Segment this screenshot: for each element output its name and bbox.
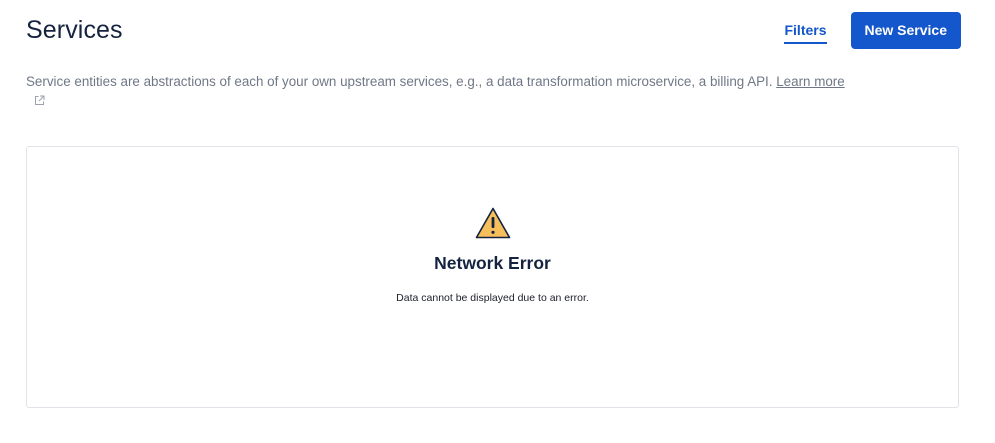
services-page: Services Filters New Service Service ent… xyxy=(0,0,995,443)
error-message: Data cannot be displayed due to an error… xyxy=(396,292,589,304)
filters-button[interactable]: Filters xyxy=(784,16,827,44)
page-header: Services Filters New Service xyxy=(26,10,961,50)
page-description: Service entities are abstractions of eac… xyxy=(26,72,956,111)
header-actions: Filters New Service xyxy=(784,11,961,49)
page-title: Services xyxy=(26,15,123,44)
warning-icon xyxy=(475,207,510,239)
description-text: Service entities are abstractions of eac… xyxy=(26,74,777,89)
external-link-icon[interactable] xyxy=(34,92,45,111)
new-service-button[interactable]: New Service xyxy=(850,11,961,49)
error-state-card: Network Error Data cannot be displayed d… xyxy=(26,146,959,408)
error-title: Network Error xyxy=(434,253,551,273)
learn-more-link[interactable]: Learn more xyxy=(776,74,844,89)
